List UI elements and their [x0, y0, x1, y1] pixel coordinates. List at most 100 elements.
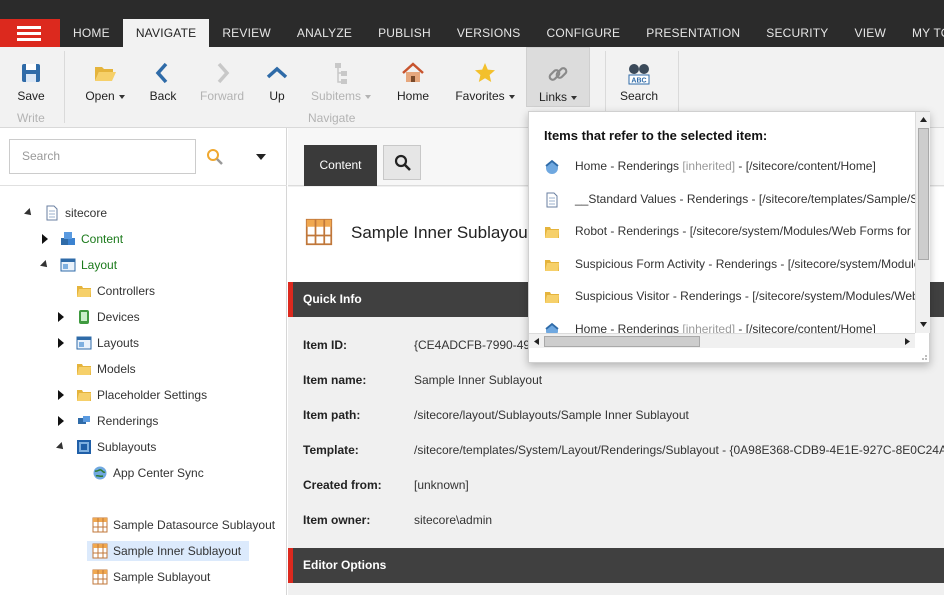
resize-grip-icon[interactable]: [918, 351, 928, 361]
inherited-tag: [inherited]: [682, 322, 736, 333]
search-options-dropdown[interactable]: [256, 154, 266, 160]
tree-node-sample-inner-sublayout[interactable]: Sample Inner Sublayout: [87, 541, 249, 561]
ribbon-divider: [64, 51, 65, 123]
collapse-arrow-icon[interactable]: [24, 203, 34, 223]
search-button[interactable]: ABC Search: [614, 47, 664, 107]
quick-info-value[interactable]: /sitecore/templates/System/Layout/Render…: [414, 443, 944, 457]
horizontal-scroll-thumb[interactable]: [544, 336, 700, 347]
search-icon: [394, 154, 411, 171]
quick-info-value[interactable]: [unknown]: [414, 478, 469, 492]
quick-info-value[interactable]: /sitecore/layout/Sublayouts/Sample Inner…: [414, 408, 689, 422]
tab-search[interactable]: [383, 145, 421, 180]
tree-node-sublayouts[interactable]: Sublayouts: [56, 437, 256, 457]
favorites-label: Favorites: [455, 89, 505, 103]
links-dropdown: Items that refer to the selected item: H…: [528, 111, 930, 363]
inherited-tag: [inherited]: [682, 159, 736, 173]
editor-options-section-header[interactable]: Editor Options: [288, 548, 944, 583]
quick-info-value[interactable]: sitecore\admin: [414, 513, 492, 527]
grid-icon: [92, 569, 108, 585]
open-button[interactable]: Open: [78, 47, 132, 107]
vertical-scroll-thumb[interactable]: [918, 128, 929, 260]
tab-versions[interactable]: VERSIONS: [444, 19, 534, 47]
home-icon: [402, 62, 424, 82]
tree-node-content[interactable]: Content: [40, 229, 240, 249]
horizontal-scrollbar[interactable]: [529, 333, 915, 348]
link-item-text: Home - Renderings: [575, 159, 683, 173]
tab-publish[interactable]: PUBLISH: [365, 19, 444, 47]
back-label: Back: [149, 89, 177, 103]
tab-presentation[interactable]: PRESENTATION: [633, 19, 753, 47]
back-button[interactable]: Back: [140, 47, 186, 107]
save-button[interactable]: Save: [8, 47, 54, 107]
tab-review[interactable]: REVIEW: [209, 19, 284, 47]
renderings-icon: [78, 416, 90, 424]
tree-node-controllers[interactable]: Controllers: [56, 281, 256, 301]
quick-info-key: Created from:: [303, 478, 382, 492]
tree-node-sitecore[interactable]: sitecore: [24, 203, 224, 223]
tab-configure[interactable]: CONFIGURE: [533, 19, 633, 47]
scroll-up-arrow-icon[interactable]: [916, 112, 931, 127]
open-label: Open: [85, 89, 115, 103]
svg-text:ABC: ABC: [631, 78, 646, 85]
tree-node-app-center-sync[interactable]: App Center Sync: [72, 463, 272, 483]
write-group-label: Write: [17, 111, 45, 125]
expand-arrow-icon[interactable]: [40, 229, 50, 249]
home-globe-icon: [545, 322, 559, 333]
scroll-left-arrow-icon[interactable]: [529, 334, 544, 349]
tree-node-renderings[interactable]: Renderings: [56, 411, 256, 431]
top-tab-bar: HOME NAVIGATE REVIEW ANALYZE PUBLISH VER…: [0, 0, 944, 47]
favorites-button[interactable]: Favorites: [448, 47, 522, 107]
collapse-arrow-icon[interactable]: [56, 437, 66, 457]
content-tree-pane: Search sitecore Content Layout Controlle…: [0, 128, 287, 595]
expand-arrow-icon[interactable]: [56, 333, 66, 353]
subitems-tree-icon: [335, 63, 347, 84]
save-label: Save: [17, 89, 45, 103]
up-arrow-icon: [266, 66, 288, 79]
grid-icon: [305, 218, 333, 246]
grid-icon: [92, 517, 108, 533]
up-button[interactable]: Up: [258, 47, 296, 107]
scroll-down-arrow-icon[interactable]: [916, 317, 931, 332]
chain-link-icon: [548, 67, 568, 81]
links-button[interactable]: Links: [526, 47, 590, 107]
tree-node-label: Sample Sublayout: [113, 570, 211, 584]
subitems-button[interactable]: Subitems: [304, 47, 378, 107]
up-label: Up: [269, 89, 285, 103]
collapse-arrow-icon[interactable]: [40, 255, 50, 275]
home-button[interactable]: Home: [390, 47, 436, 107]
document-icon: [546, 192, 558, 208]
search-icon[interactable]: [206, 148, 224, 166]
tree-node-devices[interactable]: Devices: [56, 307, 256, 327]
forward-arrow-icon: [217, 62, 230, 84]
quick-info-value[interactable]: Sample Inner Sublayout: [414, 373, 542, 387]
sublayouts-icon: [77, 440, 91, 454]
expand-arrow-icon[interactable]: [56, 307, 66, 327]
tab-view[interactable]: VIEW: [842, 19, 899, 47]
tree-node-models[interactable]: Models: [56, 359, 256, 379]
tab-analyze[interactable]: ANALYZE: [284, 19, 365, 47]
tree-node-layout[interactable]: Layout: [40, 255, 240, 275]
tree-node-label: Renderings: [97, 414, 159, 428]
tab-security[interactable]: SECURITY: [753, 19, 841, 47]
tree-search-input[interactable]: Search: [9, 139, 196, 174]
forward-button[interactable]: Forward: [196, 47, 248, 107]
folder-icon: [77, 390, 91, 401]
tree-node-sample-datasource-sublayout[interactable]: Sample Datasource Sublayout: [72, 515, 284, 535]
tab-navigate[interactable]: NAVIGATE: [122, 19, 210, 47]
expand-arrow-icon[interactable]: [56, 411, 66, 431]
expand-arrow-icon[interactable]: [56, 385, 66, 405]
tab-my-toolbar[interactable]: MY TOOLBAR: [899, 19, 944, 47]
tree-node-layouts[interactable]: Layouts: [56, 333, 256, 353]
links-list: Home - Renderings [inherited] - [/siteco…: [529, 150, 915, 333]
links-dropdown-title: Items that refer to the selected item:: [544, 128, 768, 143]
tree-node-sample-sublayout[interactable]: Sample Sublayout: [72, 567, 272, 587]
tab-content[interactable]: Content: [304, 145, 377, 186]
scroll-right-arrow-icon[interactable]: [900, 334, 915, 349]
hamburger-menu-button[interactable]: [0, 19, 60, 47]
tree-node-label: Sample Inner Sublayout: [113, 544, 242, 558]
home-globe-icon: [545, 159, 559, 174]
content-cubes-icon: [61, 232, 75, 245]
tab-home[interactable]: HOME: [60, 19, 123, 47]
vertical-scrollbar[interactable]: [915, 112, 930, 333]
tree-node-placeholder-settings[interactable]: Placeholder Settings: [56, 385, 276, 405]
